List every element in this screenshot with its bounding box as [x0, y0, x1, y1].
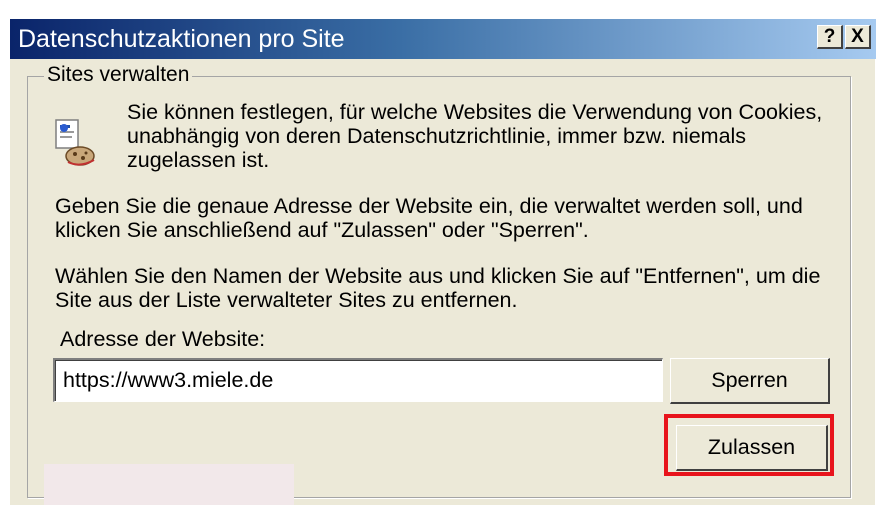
group-legend: Sites verwalten	[44, 61, 193, 89]
dialog-title: Datenschutzaktionen pro Site	[18, 25, 345, 53]
close-button[interactable]: X	[845, 25, 871, 49]
title-bar[interactable]: Datenschutzaktionen pro Site	[10, 19, 876, 59]
intro-text: Sie können festlegen, für welche Website…	[127, 100, 823, 172]
remove-site-text: Wählen Sie den Namen der Website aus und…	[55, 264, 821, 312]
website-address-input[interactable]	[53, 358, 663, 402]
allow-button[interactable]: Zulassen	[676, 425, 828, 471]
help-button[interactable]: ?	[817, 25, 843, 49]
address-label: Adresse der Website:	[60, 327, 266, 351]
block-button[interactable]: Sperren	[670, 358, 830, 404]
managed-sites-list[interactable]	[44, 464, 294, 505]
privacy-cookie-icon	[55, 119, 95, 166]
enter-address-text: Geben Sie die genaue Adresse der Website…	[55, 194, 803, 242]
